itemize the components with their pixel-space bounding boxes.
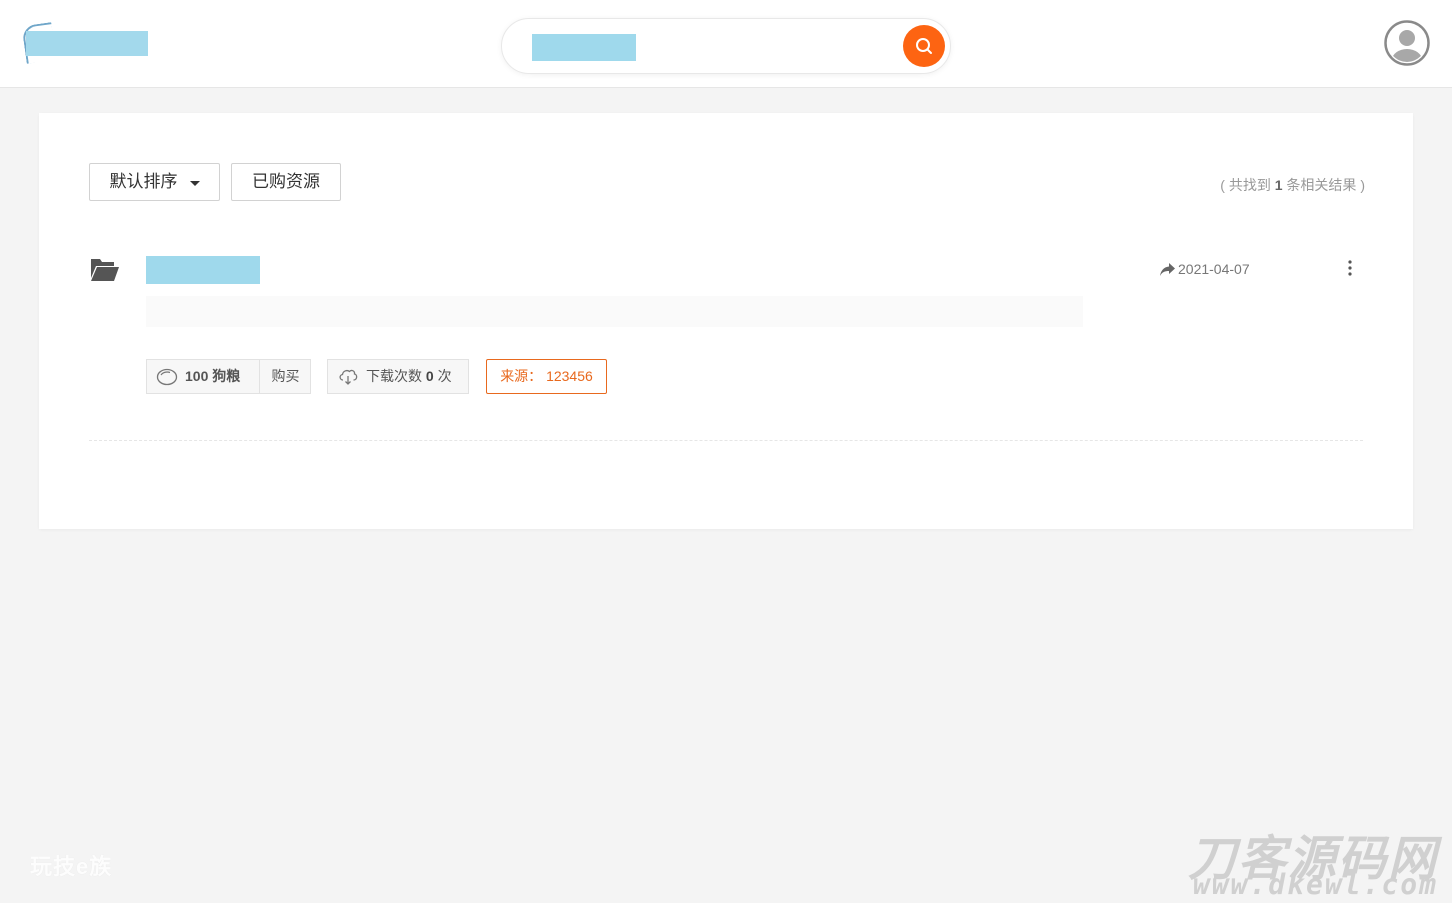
watermark-left: 玩技e族	[30, 854, 113, 879]
date-text: 2021-04-07	[1178, 261, 1250, 277]
watermark-right-url: www.dkewl.com	[1192, 868, 1438, 901]
top-header	[0, 0, 1452, 88]
sort-dropdown[interactable]: 默认排序	[89, 163, 220, 201]
price: 100 狗粮	[147, 360, 259, 393]
more-vertical-icon[interactable]	[1345, 259, 1355, 277]
search-input[interactable]	[532, 34, 636, 61]
caret-down-icon	[190, 181, 200, 186]
user-avatar-button[interactable]	[1384, 20, 1430, 66]
buy-button[interactable]: 购买	[259, 360, 311, 393]
search-button[interactable]	[903, 25, 945, 67]
results-card: 默认排序 已购资源 ( 共找到 1 条相关结果 ) 2021-04-07 100…	[39, 113, 1413, 529]
source-badge[interactable]: 来源： 123456	[486, 359, 607, 394]
share-icon	[1160, 263, 1175, 276]
download-count: 下载次数 0 次	[327, 359, 469, 394]
search-icon	[916, 38, 932, 54]
coin-icon	[156, 368, 178, 386]
resource-title-link[interactable]	[146, 256, 260, 284]
download-number: 0	[425, 368, 434, 384]
result-number: 1	[1274, 177, 1283, 193]
result-suffix: 条相关结果 )	[1282, 177, 1365, 193]
search-box	[501, 18, 951, 74]
resource-date: 2021-04-07	[1160, 261, 1250, 277]
sort-label: 默认排序	[109, 172, 178, 191]
folder-open-icon	[91, 259, 119, 281]
download-suffix: 次	[433, 368, 452, 384]
download-text: 下载次数 0 次	[366, 360, 452, 393]
result-count: ( 共找到 1 条相关结果 )	[1220, 175, 1365, 195]
cloud-download-icon	[339, 369, 358, 385]
user-avatar-icon	[1384, 20, 1430, 66]
price-box: 100 狗粮 购买	[146, 359, 311, 394]
site-logo[interactable]	[26, 31, 148, 56]
divider	[89, 440, 1363, 441]
purchased-resources-button[interactable]: 已购资源	[231, 163, 341, 201]
purchased-label: 已购资源	[252, 172, 320, 191]
price-text: 100 狗粮	[185, 368, 241, 384]
download-prefix: 下载次数	[366, 368, 426, 384]
resource-description	[146, 296, 1083, 327]
result-prefix: ( 共找到	[1220, 177, 1275, 193]
